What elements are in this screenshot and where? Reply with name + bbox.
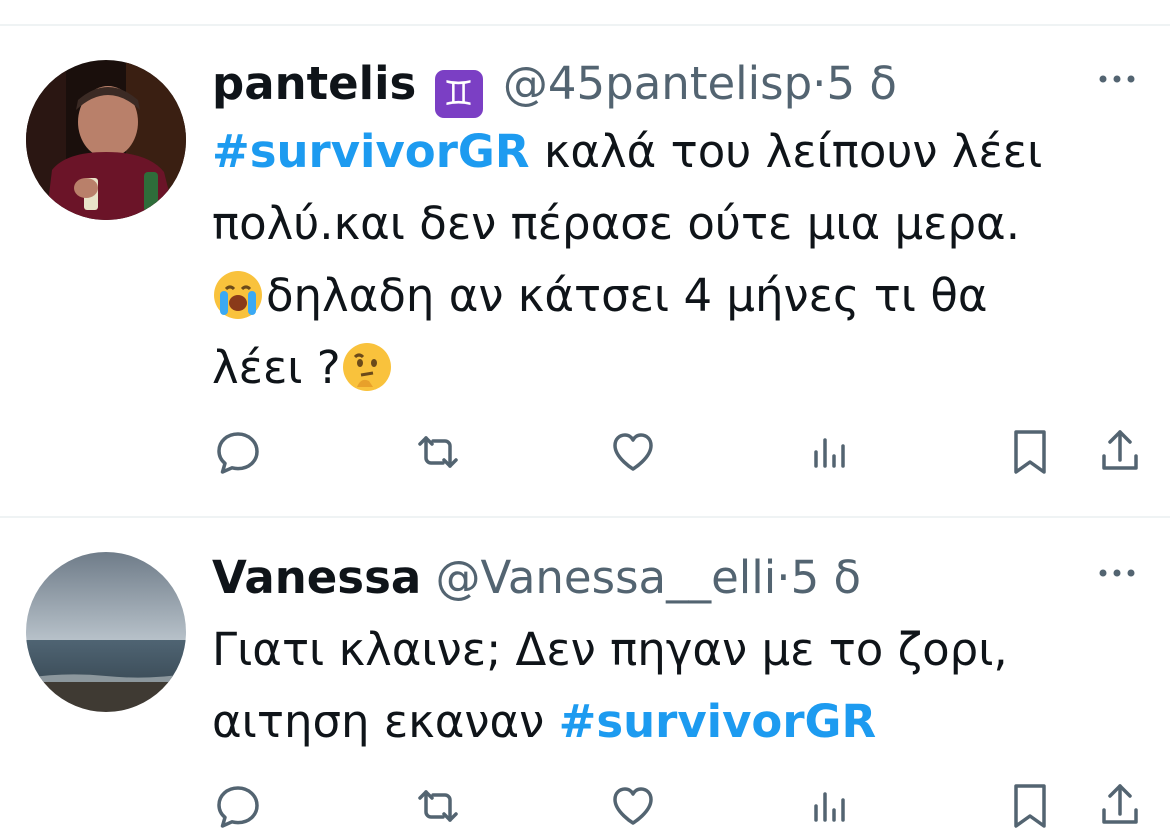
tweet-text: Γιατι κλαινε; Δεν πηγαν με το ζορι, αιτη… bbox=[212, 614, 1132, 758]
tweet-header: pantelis ♊ @45pantelisp·5 δ bbox=[212, 56, 897, 118]
text-line: δηλαδη αν κάτσει 4 μήνες τι θα bbox=[266, 269, 988, 322]
reply-icon[interactable] bbox=[208, 776, 268, 836]
tweet-text: #survivorGR καλά του λείπουν λέει πολύ.κ… bbox=[212, 116, 1132, 404]
hashtag-link[interactable]: #survivorGR bbox=[212, 125, 530, 178]
share-icon[interactable] bbox=[1090, 422, 1150, 482]
timestamp[interactable]: 5 δ bbox=[826, 57, 896, 110]
author-handle[interactable]: @Vanessa__elli bbox=[436, 551, 777, 604]
like-icon[interactable] bbox=[603, 422, 663, 482]
hashtag-link[interactable]: #survivorGR bbox=[559, 695, 877, 748]
avatar[interactable] bbox=[26, 552, 186, 712]
tweet-divider bbox=[0, 516, 1170, 518]
tweet-actions bbox=[0, 422, 1170, 482]
tweet-actions bbox=[0, 776, 1170, 836]
timestamp[interactable]: 5 δ bbox=[791, 551, 861, 604]
views-icon[interactable] bbox=[800, 422, 860, 482]
share-icon[interactable] bbox=[1090, 776, 1150, 836]
thinking-face-icon bbox=[342, 343, 391, 391]
author-name[interactable]: Vanessa bbox=[212, 551, 421, 604]
retweet-icon[interactable] bbox=[408, 422, 468, 482]
text-line: Γιατι κλαινε; Δεν πηγαν με το ζορι, bbox=[212, 623, 1008, 676]
loudly-crying-face-icon bbox=[214, 271, 262, 319]
like-icon[interactable] bbox=[603, 776, 663, 836]
gemini-badge-icon: ♊ bbox=[434, 70, 483, 118]
separator: · bbox=[776, 551, 791, 604]
text-line: αιτηση εκαναν bbox=[212, 695, 559, 748]
more-icon[interactable] bbox=[1096, 558, 1138, 588]
retweet-icon[interactable] bbox=[408, 776, 468, 836]
tweet-header: Vanessa @Vanessa__elli·5 δ bbox=[212, 550, 861, 606]
top-divider bbox=[0, 24, 1170, 26]
author-name[interactable]: pantelis bbox=[212, 57, 416, 110]
text-line: λέει ? bbox=[212, 341, 341, 394]
avatar[interactable] bbox=[26, 60, 186, 220]
reply-icon[interactable] bbox=[208, 422, 268, 482]
author-handle[interactable]: @45pantelisp bbox=[503, 57, 812, 110]
views-icon[interactable] bbox=[800, 776, 860, 836]
separator: · bbox=[812, 57, 827, 110]
bookmark-icon[interactable] bbox=[1000, 422, 1060, 482]
text-line: καλά του λείπουν λέει bbox=[529, 125, 1043, 178]
bookmark-icon[interactable] bbox=[1000, 776, 1060, 836]
text-line: πολύ.και δεν πέρασε ούτε μια μερα. bbox=[212, 197, 1021, 250]
more-icon[interactable] bbox=[1096, 64, 1138, 94]
